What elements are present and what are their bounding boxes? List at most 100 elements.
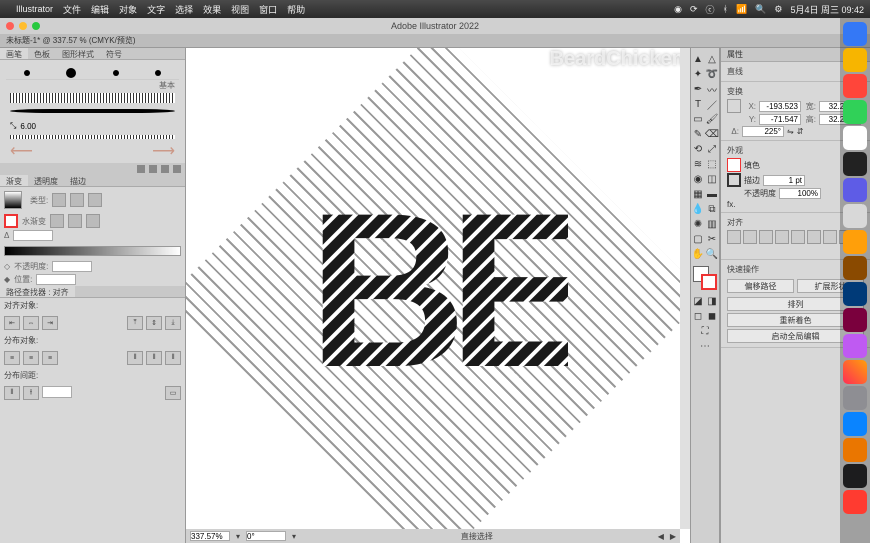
screen-mode-button[interactable]: ⛶ bbox=[690, 324, 720, 339]
dist-hcenter-button[interactable]: ⦀ bbox=[146, 351, 162, 365]
slice-tool[interactable]: ✂ bbox=[705, 232, 719, 247]
free-transform-tool[interactable]: ⬚ bbox=[705, 157, 719, 172]
tab-stroke[interactable]: 描边 bbox=[64, 175, 92, 186]
line-tool[interactable]: ／ bbox=[705, 97, 719, 112]
dock-ps-icon[interactable] bbox=[843, 282, 867, 306]
gradient-tool[interactable]: ▬ bbox=[705, 187, 719, 202]
dock-app-icon[interactable] bbox=[843, 100, 867, 124]
align-to-button[interactable]: ▭ bbox=[165, 386, 181, 400]
menu-type[interactable]: 文字 bbox=[147, 3, 165, 16]
graph-tool[interactable]: ▥ bbox=[705, 217, 719, 232]
dist-bottom-button[interactable]: ≡ bbox=[42, 351, 58, 365]
gradient-opacity-input[interactable] bbox=[52, 261, 92, 272]
align-vcenter-button[interactable]: ⇕ bbox=[146, 316, 162, 330]
dock-app-icon[interactable] bbox=[843, 178, 867, 202]
menu-object[interactable]: 对象 bbox=[119, 3, 137, 16]
prop-align-left[interactable] bbox=[727, 230, 741, 244]
curvature-tool[interactable]: 〰 bbox=[705, 82, 719, 97]
perspective-tool[interactable]: ◫ bbox=[705, 172, 719, 187]
opacity-input[interactable] bbox=[779, 188, 821, 199]
stroke-swatch[interactable] bbox=[701, 274, 717, 290]
align-bottom-button[interactable]: ⤓ bbox=[165, 316, 181, 330]
vertical-scrollbar[interactable] bbox=[680, 48, 690, 529]
tab-pathfinder-align[interactable]: 路径查找器 : 对齐 bbox=[0, 286, 75, 297]
dock-app-icon[interactable] bbox=[843, 256, 867, 280]
linear-gradient-button[interactable] bbox=[52, 193, 66, 207]
tab-symbols[interactable]: 符号 bbox=[100, 48, 128, 59]
flip-v-icon[interactable]: ⇵ bbox=[797, 127, 804, 136]
dist-hspace-button[interactable]: ⫲ bbox=[23, 386, 39, 400]
fill-color-swatch[interactable] bbox=[727, 158, 741, 172]
tab-transparency[interactable]: 透明度 bbox=[28, 175, 64, 186]
reference-point-icon[interactable] bbox=[727, 99, 741, 113]
dock-app-icon[interactable] bbox=[843, 334, 867, 358]
menubar-datetime[interactable]: 5月4日 周三 09:42 bbox=[790, 3, 864, 16]
status-control-icon[interactable]: ⚙ bbox=[774, 4, 782, 15]
magic-wand-tool[interactable]: ✦ bbox=[691, 67, 705, 82]
type-tool[interactable]: T bbox=[691, 97, 705, 112]
color-mode-button[interactable]: ◪ bbox=[691, 294, 705, 309]
stroke-width-value[interactable]: 6.00 bbox=[20, 122, 36, 131]
prop-align-right[interactable] bbox=[759, 230, 773, 244]
stroke-color-swatch[interactable] bbox=[727, 173, 741, 187]
dock-app-icon[interactable] bbox=[843, 438, 867, 462]
align-right-button[interactable]: ⇥ bbox=[42, 316, 58, 330]
tab-properties[interactable]: 属性 bbox=[727, 49, 743, 60]
zoom-dropdown-icon[interactable]: ▾ bbox=[236, 532, 240, 541]
stroke-swatch-icon[interactable] bbox=[4, 214, 18, 228]
dock-app-icon[interactable] bbox=[843, 386, 867, 410]
dock-app-icon[interactable] bbox=[843, 412, 867, 436]
dock-app-icon[interactable] bbox=[843, 360, 867, 384]
eraser-tool[interactable]: ⌫ bbox=[705, 127, 719, 142]
tab-graphic-styles[interactable]: 图形样式 bbox=[56, 48, 100, 59]
dist-top-button[interactable]: ≡ bbox=[4, 351, 20, 365]
pen-tool[interactable]: ✒ bbox=[691, 82, 705, 97]
eyedropper-tool[interactable]: 💧 bbox=[691, 202, 705, 217]
rotate-view-input[interactable] bbox=[246, 531, 286, 541]
offset-path-button[interactable]: 偏移路径 bbox=[727, 279, 794, 293]
brush-preset-pattern[interactable] bbox=[10, 93, 175, 103]
gradient-mode-button[interactable]: ◨ bbox=[705, 294, 719, 309]
selection-tool[interactable]: ▲ bbox=[691, 52, 705, 67]
direct-selection-tool[interactable]: △ bbox=[705, 52, 719, 67]
spacing-input[interactable] bbox=[42, 386, 72, 398]
scale-tool[interactable]: ⤢ bbox=[705, 142, 719, 157]
gradient-angle-input[interactable] bbox=[13, 230, 53, 241]
gradient-location-input[interactable] bbox=[36, 274, 76, 285]
dock-app-icon[interactable] bbox=[843, 204, 867, 228]
basic-brush-label[interactable]: 基本 bbox=[6, 80, 179, 91]
align-left-button[interactable]: ⇤ bbox=[4, 316, 20, 330]
dock-app-icon[interactable] bbox=[843, 464, 867, 488]
dist-left-button[interactable]: ⦀ bbox=[127, 351, 143, 365]
paintbrush-tool[interactable]: 🖌 bbox=[705, 112, 719, 127]
menu-select[interactable]: 选择 bbox=[175, 3, 193, 16]
nav-right-icon[interactable]: ▶ bbox=[670, 532, 676, 541]
tab-swatches[interactable]: 色板 bbox=[28, 48, 56, 59]
grad-stroke-1[interactable] bbox=[50, 214, 64, 228]
dock-id-icon[interactable] bbox=[843, 308, 867, 332]
brush-preset-row[interactable] bbox=[6, 66, 179, 80]
library-icon[interactable] bbox=[137, 165, 145, 173]
artboard-tool[interactable]: ▢ bbox=[691, 232, 705, 247]
dock-ai-icon[interactable] bbox=[843, 230, 867, 254]
prop-align-bottom[interactable] bbox=[807, 230, 821, 244]
prop-align-hcenter[interactable] bbox=[743, 230, 757, 244]
grad-stroke-3[interactable] bbox=[86, 214, 100, 228]
lasso-tool[interactable]: ➰ bbox=[705, 67, 719, 82]
delete-icon[interactable] bbox=[173, 165, 181, 173]
menu-help[interactable]: 帮助 bbox=[287, 3, 305, 16]
window-close-button[interactable] bbox=[6, 22, 14, 30]
nav-left-icon[interactable]: ◀ bbox=[658, 532, 664, 541]
menu-window[interactable]: 窗口 bbox=[259, 3, 277, 16]
menu-effect[interactable]: 效果 bbox=[203, 3, 221, 16]
align-hcenter-button[interactable]: ⇔ bbox=[23, 316, 39, 330]
gradient-swatch[interactable] bbox=[4, 191, 22, 209]
freeform-gradient-button[interactable] bbox=[88, 193, 102, 207]
dist-vcenter-button[interactable]: ≡ bbox=[23, 351, 39, 365]
dock-app-icon[interactable] bbox=[843, 48, 867, 72]
tab-brushes[interactable]: 画笔 bbox=[0, 48, 28, 59]
window-zoom-button[interactable] bbox=[32, 22, 40, 30]
prop-dist-h[interactable] bbox=[823, 230, 837, 244]
shape-builder-tool[interactable]: ◉ bbox=[691, 172, 705, 187]
zoom-tool[interactable]: 🔍 bbox=[705, 247, 719, 262]
